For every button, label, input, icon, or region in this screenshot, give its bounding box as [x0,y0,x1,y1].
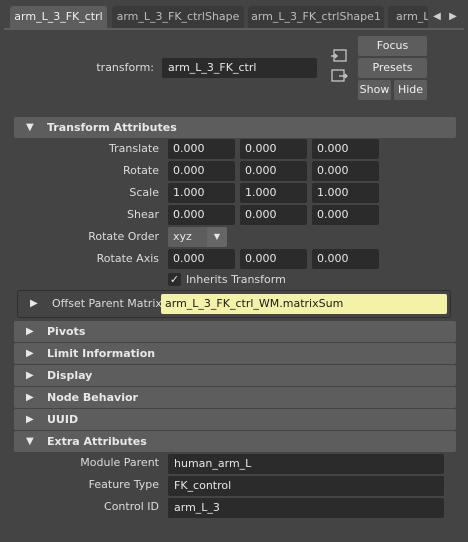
translate-z-field[interactable]: 0.000 [312,139,379,159]
scale-z-field[interactable]: 1.000 [312,183,379,203]
collapsed-triangle-icon: ▶ [26,348,34,359]
section-pivots[interactable]: ▶ Pivots [14,321,456,342]
shear-y-field[interactable]: 0.000 [240,205,307,225]
module-parent-field[interactable]: human_arm_L [168,454,444,474]
rotate-y-field[interactable]: 0.000 [240,161,307,181]
collapsed-triangle-icon: ▶ [26,326,34,337]
show-button[interactable]: Show [358,80,391,100]
section-title: Node Behavior [47,391,138,404]
tab-arm-l-3-fk-ctrl[interactable]: arm_L_3_FK_ctrl [10,6,107,28]
translate-y-field[interactable]: 0.000 [240,139,307,159]
rotate-order-dropdown[interactable]: xyz ▼ [168,227,227,247]
expanded-triangle-icon: ▼ [26,122,34,133]
inherits-transform-checkbox[interactable]: ✓ [168,273,181,286]
offset-parent-matrix-field[interactable]: arm_L_3_FK_ctrl_WM.matrixSum [161,294,447,314]
transform-name-field[interactable]: arm_L_3_FK_ctrl [162,58,317,78]
shear-x-field[interactable]: 0.000 [168,205,235,225]
rotate-axis-y-field[interactable]: 0.000 [240,249,307,269]
feature-type-field[interactable]: FK_control [168,476,444,496]
section-title: Display [47,369,93,382]
presets-button[interactable]: Presets [358,58,427,78]
shear-z-field[interactable]: 0.000 [312,205,379,225]
arrow-right-icon[interactable]: ▶ [446,8,460,26]
hide-button[interactable]: Hide [394,80,427,100]
rotate-axis-label: Rotate Axis [96,252,159,265]
translate-label: Translate [109,142,159,155]
select-output-icon[interactable] [330,68,348,84]
translate-x-field[interactable]: 0.000 [168,139,235,159]
rotate-order-value: xyz [173,230,192,243]
rotate-axis-z-field[interactable]: 0.000 [312,249,379,269]
section-title: Transform Attributes [47,121,177,134]
focus-button[interactable]: Focus [358,36,427,56]
expand-triangle-icon[interactable]: ▶ [30,294,42,314]
rotate-axis-x-field[interactable]: 0.000 [168,249,235,269]
control-id-label: Control ID [104,500,159,513]
shear-label: Shear [127,208,159,221]
feature-type-label: Feature Type [88,478,159,491]
section-title: Limit Information [47,347,156,360]
select-input-icon[interactable] [330,48,348,64]
arrow-left-icon[interactable]: ◀ [430,8,444,26]
section-node-behavior[interactable]: ▶ Node Behavior [14,387,456,408]
section-title: UUID [47,413,79,426]
node-tab-bar: arm_L_3_FK_ctrl arm_L_3_FK_ctrlShape arm… [0,0,468,34]
section-transform-attributes[interactable]: ▼ Transform Attributes [14,117,456,138]
section-uuid[interactable]: ▶ UUID [14,409,456,430]
scale-x-field[interactable]: 1.000 [168,183,235,203]
section-limit-information[interactable]: ▶ Limit Information [14,343,456,364]
tab-underline [4,28,464,30]
tab-arm-l-3-fk-ctrlshape1[interactable]: arm_L_3_FK_ctrlShape1 [248,6,384,28]
transform-label: transform: [96,61,154,74]
section-title: Extra Attributes [47,435,147,448]
tab-arm-l-3-fk-ctrlshape[interactable]: arm_L_3_FK_ctrlShape [112,6,244,28]
section-display[interactable]: ▶ Display [14,365,456,386]
inherits-transform-label: Inherits Transform [186,273,286,286]
scrollbar[interactable] [460,34,466,524]
expanded-triangle-icon: ▼ [26,436,34,447]
rotate-z-field[interactable]: 0.000 [312,161,379,181]
tab-arm-l[interactable]: arm_L [388,6,428,28]
rotate-order-label: Rotate Order [88,230,159,243]
rotate-label: Rotate [122,164,159,177]
section-title: Pivots [47,325,86,338]
collapsed-triangle-icon: ▶ [26,392,34,403]
rotate-x-field[interactable]: 0.000 [168,161,235,181]
offset-parent-matrix-label: Offset Parent Matrix [52,297,162,310]
scale-label: Scale [129,186,159,199]
chevron-down-icon: ▼ [207,227,227,247]
scale-y-field[interactable]: 1.000 [240,183,307,203]
control-id-field[interactable]: arm_L_3 [168,498,444,518]
module-parent-label: Module Parent [80,456,159,469]
collapsed-triangle-icon: ▶ [26,414,34,425]
collapsed-triangle-icon: ▶ [26,370,34,381]
section-extra-attributes[interactable]: ▼ Extra Attributes [14,431,456,452]
